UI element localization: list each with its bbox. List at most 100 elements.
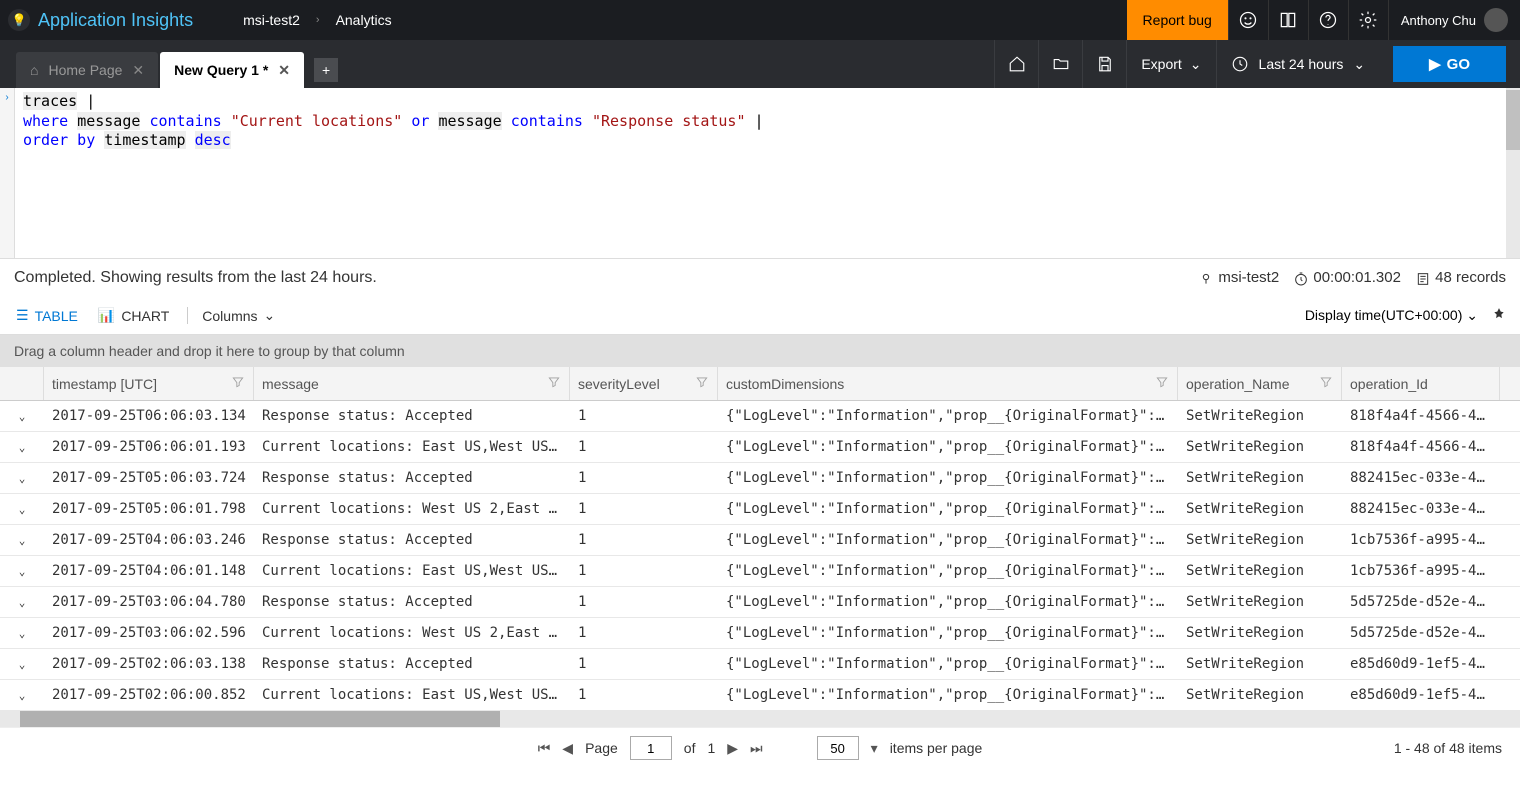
save-button[interactable] bbox=[1082, 40, 1126, 88]
cell-customdimensions: {"LogLevel":"Information","prop__{Origin… bbox=[718, 401, 1178, 431]
home-button[interactable] bbox=[994, 40, 1038, 88]
breadcrumb: msi-test2 › Analytics bbox=[243, 12, 392, 28]
cell-operation-id: 818f4a4f-4566-449 bbox=[1342, 401, 1500, 431]
tab-table[interactable]: ☰TABLE bbox=[14, 303, 80, 328]
horizontal-scrollbar[interactable] bbox=[0, 711, 1520, 727]
breadcrumb-section[interactable]: Analytics bbox=[336, 12, 392, 28]
col-timestamp[interactable]: timestamp [UTC] bbox=[44, 367, 254, 400]
tab-query-1[interactable]: New Query 1 * ✕ bbox=[160, 52, 304, 88]
col-severity[interactable]: severityLevel bbox=[570, 367, 718, 400]
export-button[interactable]: Export ⌄ bbox=[1126, 40, 1215, 88]
display-time-picker[interactable]: Display time(UTC+00:00) ⌄ bbox=[1305, 307, 1478, 324]
last-page-button[interactable]: ⏭ bbox=[750, 740, 763, 757]
chevron-down-icon: ⌄ bbox=[19, 596, 26, 609]
vertical-scrollbar[interactable] bbox=[1506, 88, 1520, 258]
page-size-input[interactable] bbox=[817, 736, 859, 760]
cell-severity: 1 bbox=[570, 618, 718, 648]
filter-icon[interactable] bbox=[1319, 375, 1333, 392]
breadcrumb-resource[interactable]: msi-test2 bbox=[243, 12, 300, 28]
table-row[interactable]: ⌄2017-09-25T05:06:03.724Response status:… bbox=[0, 463, 1520, 494]
cell-timestamp: 2017-09-25T04:06:03.246 bbox=[44, 525, 254, 555]
col-label: operation_Name bbox=[1186, 376, 1290, 392]
cell-operation-id: 5d5725de-d52e-4be bbox=[1342, 618, 1500, 648]
of-label: of bbox=[684, 740, 696, 756]
cell-customdimensions: {"LogLevel":"Information","prop__{Origin… bbox=[718, 432, 1178, 462]
expand-row-button[interactable]: ⌄ bbox=[0, 463, 44, 493]
cell-operation-name: SetWriteRegion bbox=[1178, 649, 1342, 679]
open-folder-button[interactable] bbox=[1038, 40, 1082, 88]
filter-icon[interactable] bbox=[547, 375, 561, 392]
tab-strip: ⌂ Home Page ✕ New Query 1 * ✕ + bbox=[0, 40, 338, 88]
first-page-button[interactable]: ⏮ bbox=[538, 740, 551, 757]
table-row[interactable]: ⌄2017-09-25T03:06:04.780Response status:… bbox=[0, 587, 1520, 618]
col-label: message bbox=[262, 376, 319, 392]
cell-operation-name: SetWriteRegion bbox=[1178, 587, 1342, 617]
next-page-button[interactable]: ▶ bbox=[727, 740, 738, 757]
cell-timestamp: 2017-09-25T02:06:00.852 bbox=[44, 680, 254, 710]
col-operation-name[interactable]: operation_Name bbox=[1178, 367, 1342, 400]
filter-icon[interactable] bbox=[1155, 375, 1169, 392]
cell-severity: 1 bbox=[570, 432, 718, 462]
help-icon[interactable] bbox=[1308, 0, 1348, 40]
go-button[interactable]: ▶ GO bbox=[1393, 46, 1506, 82]
table-row[interactable]: ⌄2017-09-25T03:06:02.596Current location… bbox=[0, 618, 1520, 649]
book-icon[interactable] bbox=[1268, 0, 1308, 40]
expand-row-button[interactable]: ⌄ bbox=[0, 587, 44, 617]
expand-row-button[interactable]: ⌄ bbox=[0, 494, 44, 524]
filter-icon[interactable] bbox=[231, 375, 245, 392]
result-status: Completed. Showing results from the last… bbox=[14, 269, 377, 287]
cell-customdimensions: {"LogLevel":"Information","prop__{Origin… bbox=[718, 618, 1178, 648]
columns-button[interactable]: Columns⌄ bbox=[187, 307, 275, 324]
page-size-dropdown[interactable]: ▾ bbox=[871, 740, 878, 757]
cell-message: Current locations: East US,West US 2 bbox=[254, 556, 570, 586]
tab-query-label: New Query 1 * bbox=[174, 62, 268, 78]
close-icon[interactable]: ✕ bbox=[278, 62, 290, 79]
table-row[interactable]: ⌄2017-09-25T02:06:03.138Response status:… bbox=[0, 649, 1520, 680]
chevron-down-icon: ⌄ bbox=[1466, 307, 1478, 323]
timerange-picker[interactable]: Last 24 hours ⌄ bbox=[1216, 40, 1380, 88]
chevron-down-icon: ⌄ bbox=[1190, 56, 1202, 73]
col-label: timestamp [UTC] bbox=[52, 376, 157, 392]
cell-operation-id: 1cb7536f-a995-41c bbox=[1342, 556, 1500, 586]
col-operation-id[interactable]: operation_Id bbox=[1342, 367, 1500, 400]
expand-row-button[interactable]: ⌄ bbox=[0, 649, 44, 679]
filter-icon[interactable] bbox=[695, 375, 709, 392]
cell-severity: 1 bbox=[570, 525, 718, 555]
item-range: 1 - 48 of 48 items bbox=[1394, 740, 1502, 756]
table-row[interactable]: ⌄2017-09-25T05:06:01.798Current location… bbox=[0, 494, 1520, 525]
expand-row-button[interactable]: ⌄ bbox=[0, 432, 44, 462]
close-icon[interactable]: ✕ bbox=[132, 62, 144, 79]
elapsed-time: 00:00:01.302 bbox=[1293, 269, 1401, 286]
report-bug-button[interactable]: Report bug bbox=[1127, 0, 1228, 40]
new-tab-button[interactable]: + bbox=[314, 58, 338, 82]
cell-severity: 1 bbox=[570, 556, 718, 586]
table-row[interactable]: ⌄2017-09-25T04:06:01.148Current location… bbox=[0, 556, 1520, 587]
tab-table-label: TABLE bbox=[35, 308, 78, 324]
table-row[interactable]: ⌄2017-09-25T04:06:03.246Response status:… bbox=[0, 525, 1520, 556]
user-menu[interactable]: Anthony Chu bbox=[1388, 0, 1520, 40]
prev-page-button[interactable]: ◀ bbox=[562, 740, 573, 757]
feedback-icon[interactable] bbox=[1228, 0, 1268, 40]
chevron-down-icon: ⌄ bbox=[19, 689, 26, 702]
cell-severity: 1 bbox=[570, 649, 718, 679]
tab-home[interactable]: ⌂ Home Page ✕ bbox=[16, 52, 158, 88]
expand-row-button[interactable]: ⌄ bbox=[0, 401, 44, 431]
pin-icon[interactable] bbox=[1492, 307, 1506, 324]
col-customdimensions[interactable]: customDimensions bbox=[718, 367, 1178, 400]
table-row[interactable]: ⌄2017-09-25T02:06:00.852Current location… bbox=[0, 680, 1520, 711]
col-message[interactable]: message bbox=[254, 367, 570, 400]
group-by-bar[interactable]: Drag a column header and drop it here to… bbox=[0, 335, 1520, 367]
gear-icon[interactable] bbox=[1348, 0, 1388, 40]
page-input[interactable] bbox=[630, 736, 672, 760]
avatar bbox=[1484, 8, 1508, 32]
tab-chart-label: CHART bbox=[121, 308, 169, 324]
expand-row-button[interactable]: ⌄ bbox=[0, 556, 44, 586]
table-row[interactable]: ⌄2017-09-25T06:06:03.134Response status:… bbox=[0, 401, 1520, 432]
expand-row-button[interactable]: ⌄ bbox=[0, 680, 44, 710]
query-editor[interactable]: traces | where message contains "Current… bbox=[15, 88, 1506, 258]
tab-chart[interactable]: 📊CHART bbox=[96, 303, 171, 328]
expand-row-button[interactable]: ⌄ bbox=[0, 618, 44, 648]
table-row[interactable]: ⌄2017-09-25T06:06:01.193Current location… bbox=[0, 432, 1520, 463]
editor-gutter[interactable]: › bbox=[0, 88, 15, 258]
expand-row-button[interactable]: ⌄ bbox=[0, 525, 44, 555]
